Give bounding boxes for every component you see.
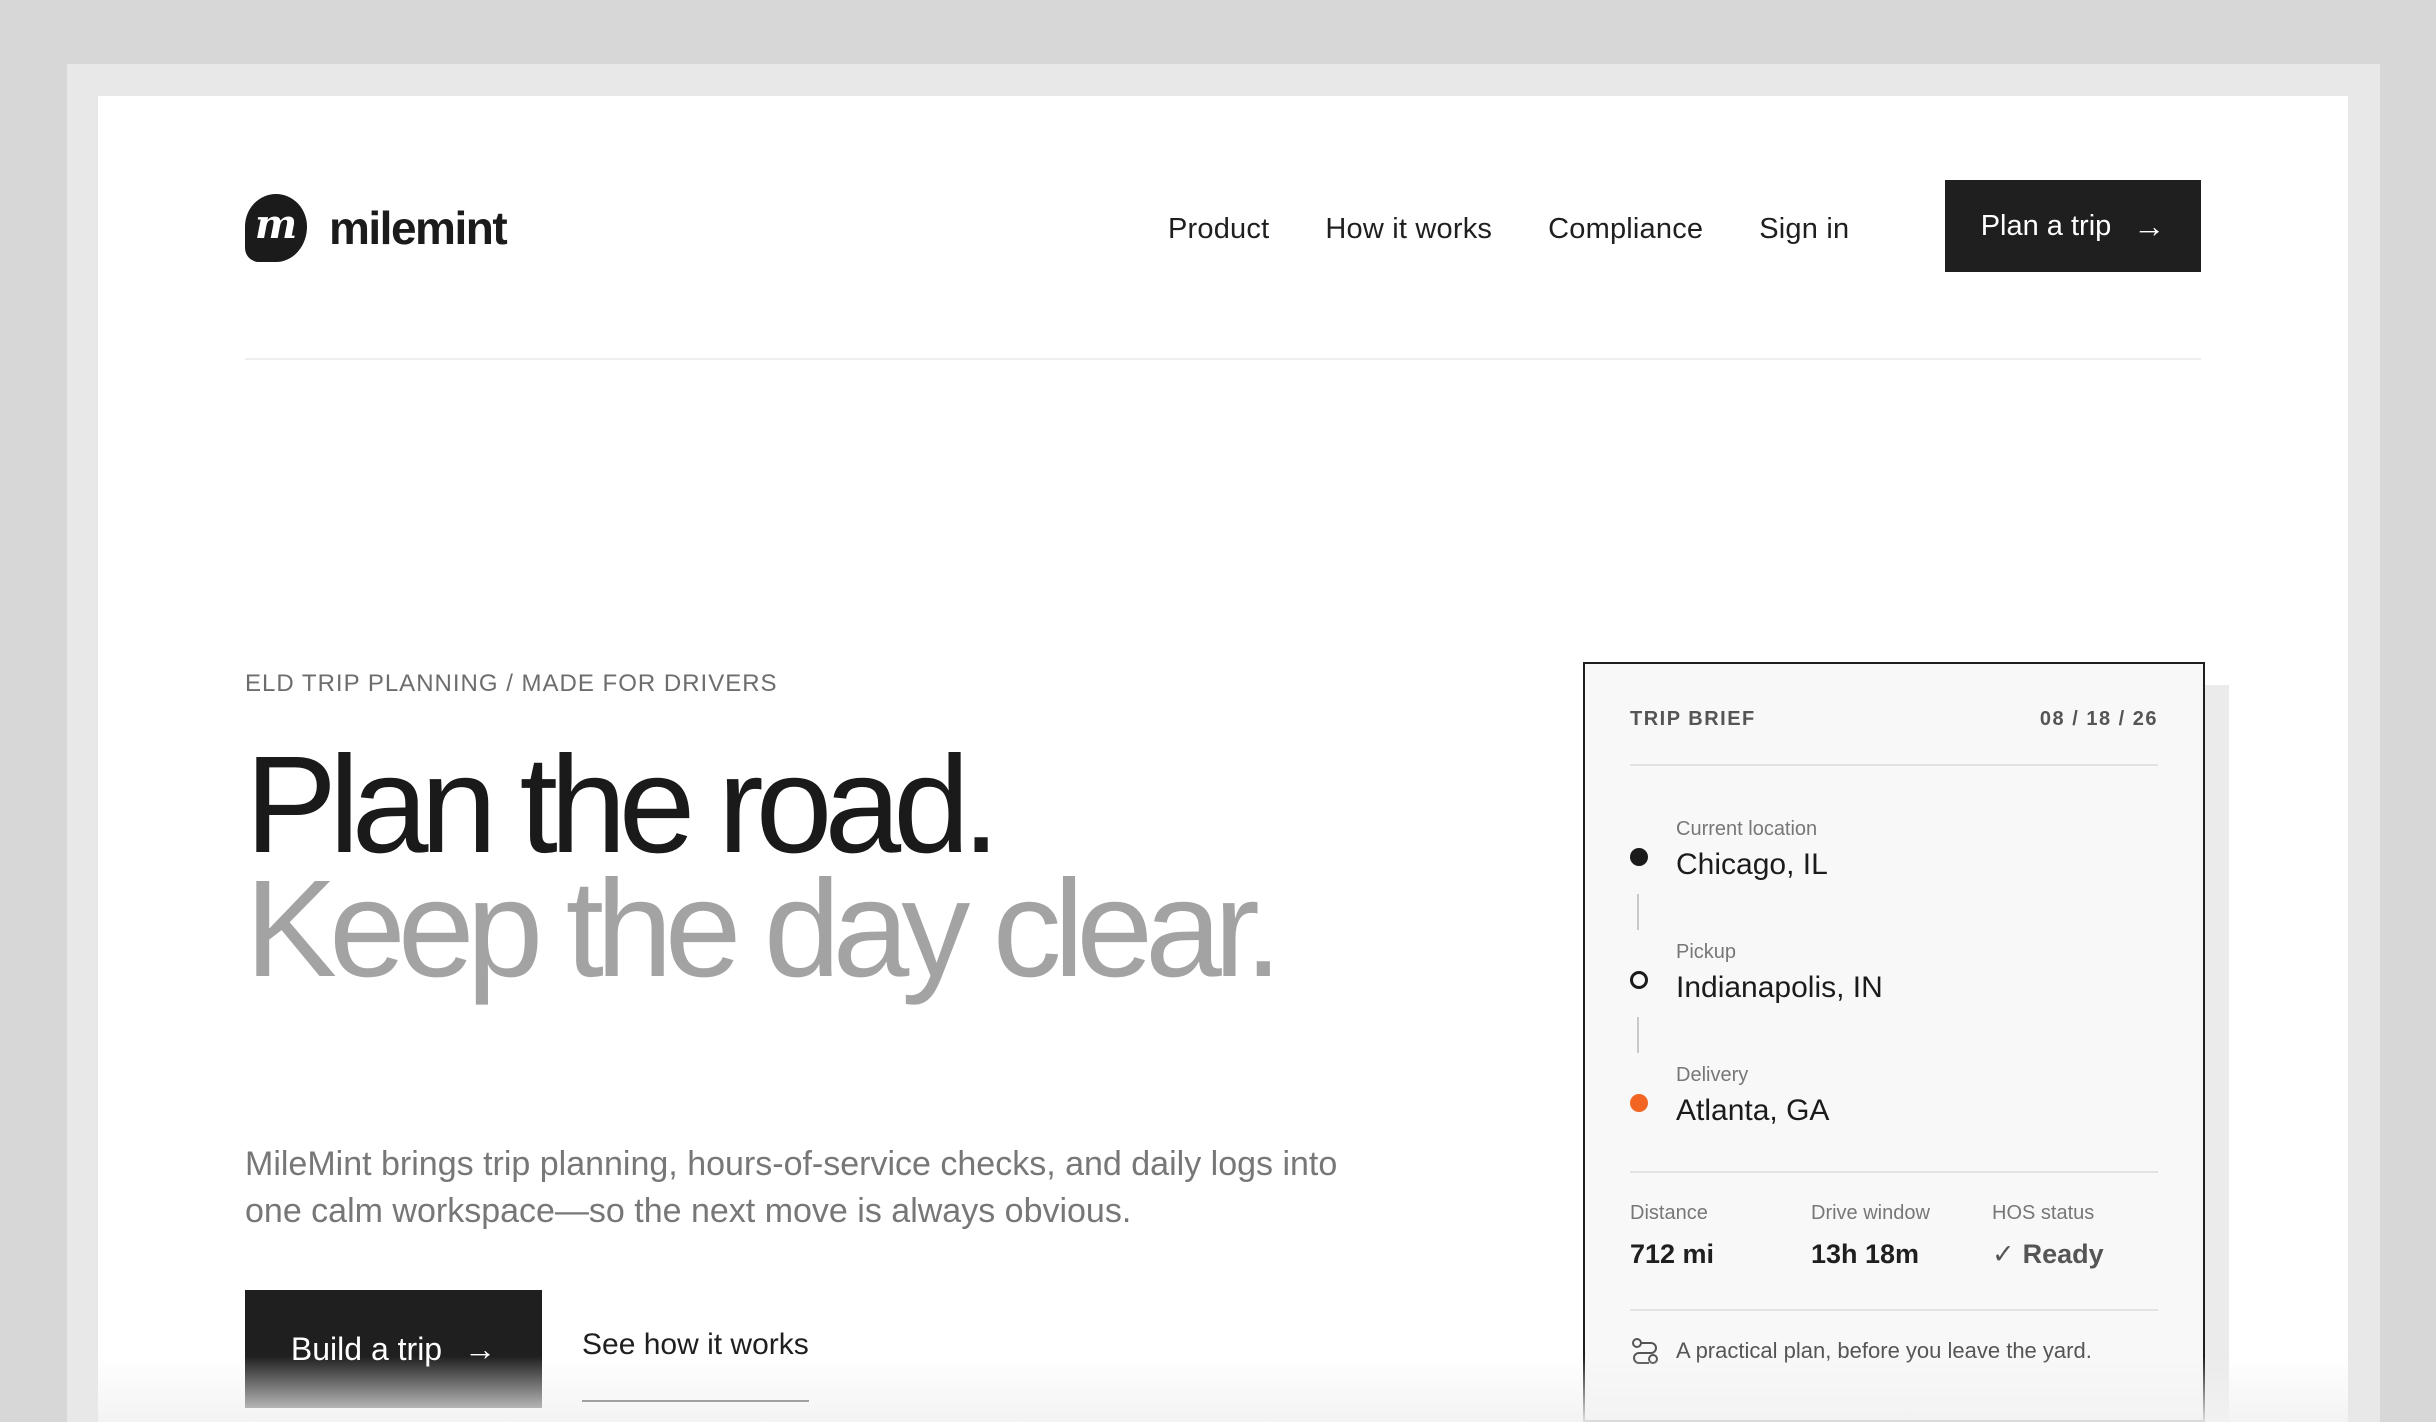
nav-sign-in[interactable]: Sign in <box>1759 213 1849 246</box>
arrow-right-icon: → <box>2133 208 2166 244</box>
trip-brief-card: TRIP BRIEF 08 / 18 / 26 Current location… <box>1583 662 2205 1422</box>
see-how-it-works-link[interactable]: See how it works <box>582 1328 809 1402</box>
stop-value: Atlanta, GA <box>1676 1094 1830 1127</box>
main-nav: Product How it works Compliance Sign in <box>1168 213 1849 246</box>
metric-value: 13h 18m <box>1811 1239 1920 1269</box>
stop-value: Chicago, IL <box>1676 848 1828 881</box>
metric-label: HOS status <box>1992 1202 2095 1224</box>
stop-label: Current location <box>1676 818 1818 840</box>
stop-label: Delivery <box>1676 1064 1749 1086</box>
metric-value-hos: ✓ Ready <box>1992 1239 2104 1270</box>
check-icon: ✓ <box>1992 1239 2015 1269</box>
build-a-trip-button[interactable]: Build a trip → <box>245 1290 542 1408</box>
nav-how-it-works[interactable]: How it works <box>1325 213 1492 246</box>
hos-status-value: Ready <box>2022 1239 2104 1269</box>
route-icon <box>1632 1338 1658 1364</box>
plan-a-trip-label: Plan a trip <box>1980 209 2112 242</box>
metric-drive-window: Drive window 13h 18m <box>1811 1202 1930 1270</box>
route-connector <box>1637 1017 1639 1053</box>
plan-a-trip-button[interactable]: Plan a trip → <box>1945 180 2201 272</box>
stop-label: Pickup <box>1676 941 1737 963</box>
nav-product[interactable]: Product <box>1168 213 1269 246</box>
card-divider <box>1630 764 2158 766</box>
nav-compliance[interactable]: Compliance <box>1548 213 1703 246</box>
arrow-right-icon: → <box>464 1331 497 1367</box>
metric-value: 712 mi <box>1630 1239 1715 1269</box>
trip-brief-footer: A practical plan, before you leave the y… <box>1630 1336 2092 1366</box>
metric-distance: Distance 712 mi <box>1630 1202 1714 1270</box>
metric-label: Drive window <box>1811 1202 1930 1224</box>
current-location-dot-icon <box>1630 848 1648 866</box>
trip-brief-date: 08 / 18 / 26 <box>2039 708 2158 730</box>
hero-eyebrow: ELD TRIP PLANNING / MADE FOR DRIVERS <box>245 670 778 697</box>
logo-mark-icon: m <box>245 194 307 262</box>
logo-text: milemint <box>329 202 508 254</box>
metric-hos-status: HOS status ✓ Ready <box>1992 1202 2104 1270</box>
pickup-dot-icon <box>1630 971 1648 989</box>
trip-brief-footer-text: A practical plan, before you leave the y… <box>1676 1338 2092 1363</box>
trip-brief-title: TRIP BRIEF <box>1630 708 1756 730</box>
hero-title-line2: Keep the day clear. <box>245 852 1282 1006</box>
stop-value: Indianapolis, IN <box>1676 971 1883 1004</box>
logo[interactable]: m milemint <box>245 194 508 262</box>
trip-brief-header: TRIP BRIEF 08 / 18 / 26 <box>1630 708 2158 731</box>
card-divider <box>1630 1309 2158 1311</box>
metric-label: Distance <box>1630 1202 1708 1224</box>
card-divider <box>1630 1171 2158 1173</box>
hero-description: MileMint brings trip planning, hours-of-… <box>245 1145 1338 1230</box>
delivery-dot-icon <box>1630 1094 1648 1112</box>
route-connector <box>1637 894 1639 930</box>
landing-page: m milemint Product How it works Complian… <box>98 96 2348 1422</box>
build-a-trip-label: Build a trip <box>290 1330 443 1367</box>
header-divider <box>245 358 2201 360</box>
